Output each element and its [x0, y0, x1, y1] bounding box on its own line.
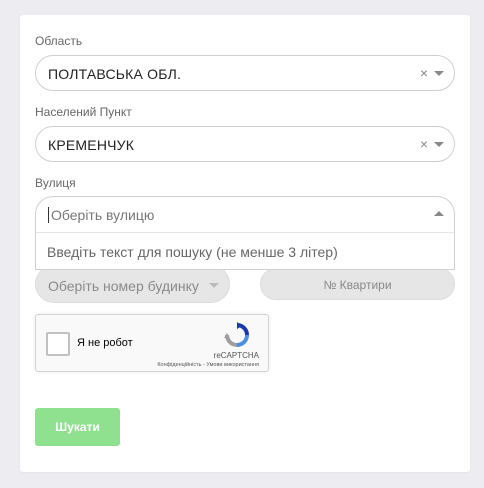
street-placeholder: Оберіть вулицю: [51, 207, 155, 223]
locality-clear-icon[interactable]: ×: [420, 135, 428, 153]
street-select[interactable]: Оберіть вулицю: [35, 196, 455, 232]
apartment-input[interactable]: № Квартири: [260, 268, 455, 300]
recaptcha-widget: Я не робот reCAPTCHA Конфіденційність - …: [35, 314, 269, 372]
recaptcha-brand: reCAPTCHA: [213, 351, 259, 360]
street-label: Вулиця: [35, 176, 76, 190]
apartment-placeholder: № Квартири: [323, 278, 392, 292]
recaptcha-terms-link[interactable]: Конфіденційність - Умови використання: [157, 362, 259, 368]
region-clear-icon[interactable]: ×: [420, 64, 428, 82]
recaptcha-label: Я не робот: [77, 337, 133, 349]
locality-label: Населений Пункт: [35, 105, 132, 119]
region-value: ПОЛТАВСЬКА ОБЛ.: [48, 66, 182, 82]
street-chevron-up-icon[interactable]: [434, 211, 444, 216]
house-select[interactable]: Оберіть номер будинку: [35, 265, 230, 303]
house-placeholder: Оберіть номер будинку: [48, 278, 199, 294]
locality-value: КРЕМЕНЧУК: [48, 137, 135, 153]
region-label: Область: [35, 34, 83, 48]
search-button[interactable]: Шукати: [35, 408, 120, 446]
locality-select[interactable]: КРЕМЕНЧУК ×: [35, 126, 455, 162]
recaptcha-logo-icon: [224, 322, 249, 347]
region-select[interactable]: ПОЛТАВСЬКА ОБЛ. ×: [35, 55, 455, 91]
region-chevron-down-icon[interactable]: [434, 71, 444, 76]
address-search-form: Область ПОЛТАВСЬКА ОБЛ. × Населений Пунк…: [20, 15, 470, 472]
street-dropdown: Введіть текст для пошуку (не менше 3 літ…: [35, 232, 455, 270]
house-chevron-down-icon[interactable]: [209, 283, 219, 288]
locality-chevron-down-icon[interactable]: [434, 142, 444, 147]
text-cursor: [48, 207, 49, 223]
recaptcha-checkbox[interactable]: [46, 332, 70, 356]
street-dropdown-message: Введіть текст для пошуку (не менше 3 літ…: [47, 244, 338, 260]
